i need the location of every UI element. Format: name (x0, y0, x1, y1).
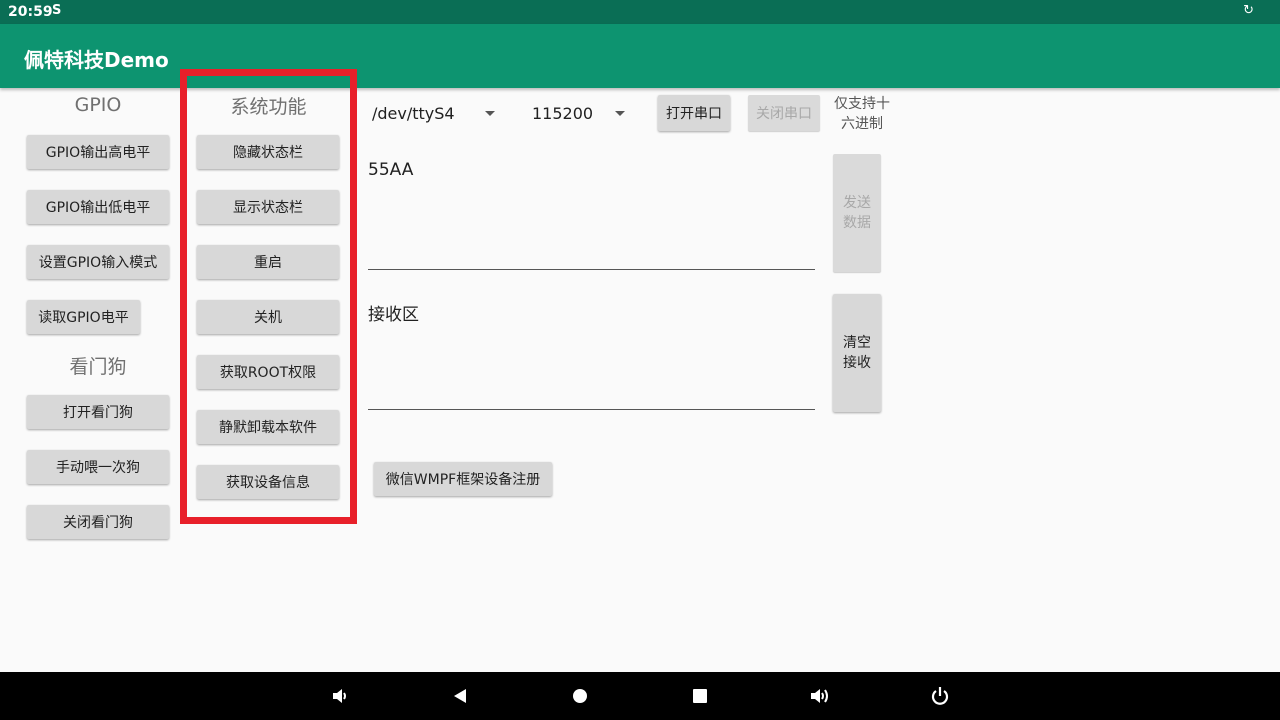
notification-icon: S (52, 3, 62, 18)
gpio-input-mode-button[interactable]: 设置GPIO输入模式 (27, 245, 169, 279)
receive-hint: 接收区 (368, 305, 419, 325)
baud-value: 115200 (532, 103, 594, 123)
volume-up-icon[interactable] (806, 682, 834, 710)
gpio-low-button[interactable]: GPIO输出低电平 (27, 190, 169, 224)
watchdog-feed-button[interactable]: 手动喂一次狗 (27, 450, 169, 484)
close-serial-button[interactable]: 关闭串口 (748, 95, 820, 131)
watchdog-title: 看门狗 (69, 356, 127, 378)
port-value: /dev/ttyS4 (372, 103, 455, 123)
baud-spinner[interactable]: 115200 (532, 96, 632, 130)
send-data-button[interactable]: 发送 数据 (833, 154, 881, 272)
open-serial-button[interactable]: 打开串口 (658, 95, 730, 131)
watchdog-close-button[interactable]: 关闭看门狗 (27, 505, 169, 539)
send-input[interactable]: 55AA (368, 160, 815, 270)
home-icon[interactable] (566, 682, 594, 710)
highlight-box (180, 69, 357, 524)
receive-area[interactable]: 接收区 (368, 300, 815, 410)
recents-icon[interactable] (686, 682, 714, 710)
rotation-icon: ↻ (1243, 3, 1254, 18)
status-bar: 20:59 S ↻ (0, 0, 1280, 24)
chevron-down-icon (485, 111, 495, 116)
status-time: 20:59 (8, 4, 53, 20)
send-label-line2: 数据 (843, 215, 871, 231)
chevron-down-icon (615, 111, 625, 116)
hex-note: 仅支持十六进制 (834, 96, 890, 132)
send-label-line1: 发送 (843, 195, 871, 211)
watchdog-open-button[interactable]: 打开看门狗 (27, 395, 169, 429)
wmpf-register-button[interactable]: 微信WMPF框架设备注册 (374, 462, 552, 496)
clear-label-line1: 清空 (843, 335, 871, 351)
back-icon[interactable] (446, 682, 474, 710)
clear-receive-button[interactable]: 清空 接收 (833, 294, 881, 412)
gpio-high-button[interactable]: GPIO输出高电平 (27, 135, 169, 169)
port-spinner[interactable]: /dev/ttyS4 (372, 96, 502, 130)
navigation-bar (0, 672, 1280, 720)
clear-label-line2: 接收 (843, 355, 871, 371)
send-value: 55AA (368, 160, 414, 180)
gpio-title: GPIO (74, 94, 122, 116)
app-title: 佩特科技Demo (24, 48, 169, 72)
power-icon[interactable] (926, 682, 954, 710)
gpio-read-button[interactable]: 读取GPIO电平 (27, 300, 140, 334)
volume-down-icon[interactable] (326, 682, 354, 710)
